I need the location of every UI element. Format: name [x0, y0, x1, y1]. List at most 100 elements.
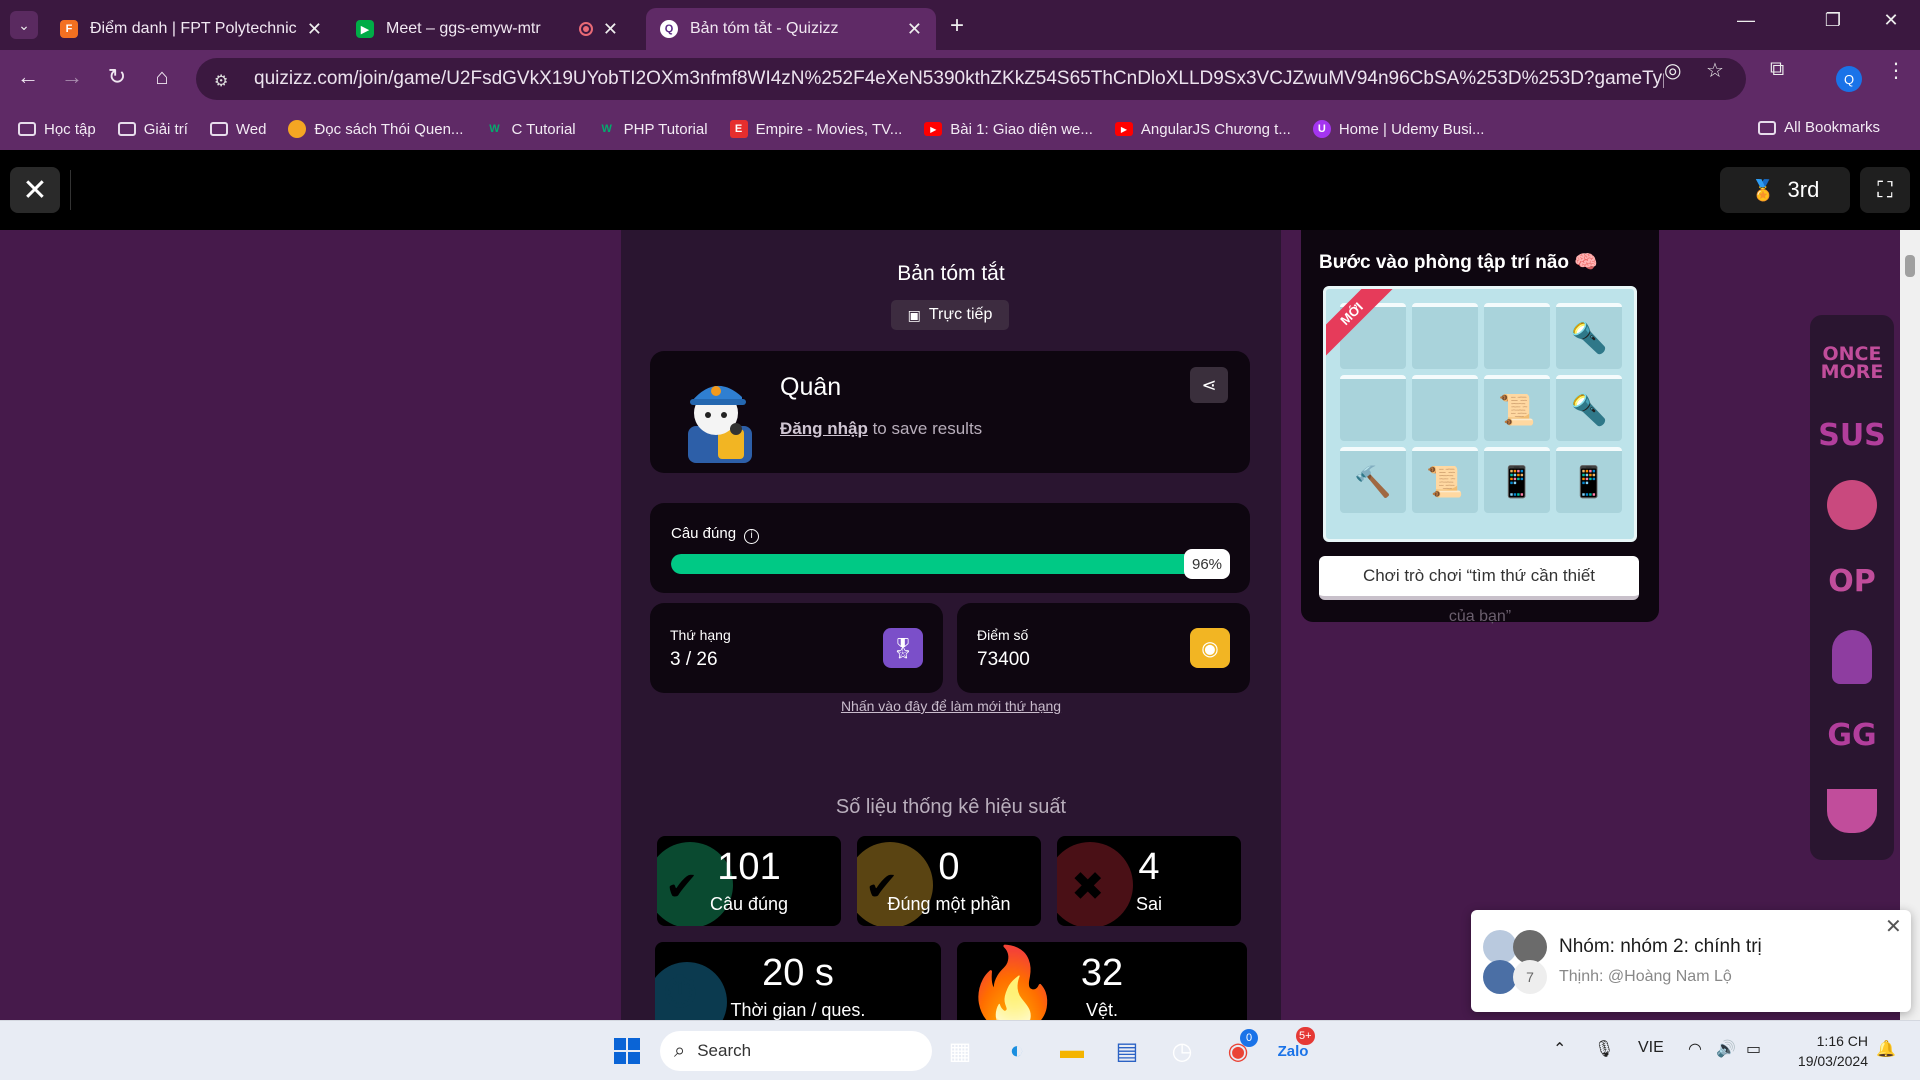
scrollbar-thumb[interactable] [1905, 255, 1915, 277]
edge-icon[interactable]: ◐ [999, 1033, 1035, 1069]
bookmark-giao-dien-web[interactable]: ▶ Bài 1: Giao diện we... [924, 121, 1093, 138]
youtube-favicon: ▶ [924, 122, 943, 136]
close-icon[interactable]: ✕ [603, 19, 618, 40]
performance-title: Số liệu thống kê hiệu suất [835, 796, 1067, 818]
reload-icon[interactable]: ↻ [102, 64, 132, 90]
promo-game-preview[interactable]: MỚI 🔦 📜 🔦 🔨 📜 📱 📱 [1323, 286, 1637, 542]
bookmark-label: All Bookmarks [1784, 119, 1880, 136]
bookmark-label: Wed [235, 120, 267, 138]
language-indicator[interactable]: VIE [1638, 1039, 1664, 1057]
bookmark-c-tutorial[interactable]: W C Tutorial [485, 121, 575, 138]
menu-icon[interactable]: ⋮ [1886, 58, 1906, 83]
calendar-icon[interactable]: ▤ [1109, 1033, 1145, 1069]
share-button[interactable]: ⋖ [1190, 367, 1228, 403]
chrome-badge: 0 [1240, 1029, 1258, 1047]
player-card: Quân Đăng nhập to save results ⋖ [650, 351, 1250, 473]
address-bar[interactable]: ⚙ quizizz.com/join/game/U2FsdGVkX19UYobT… [196, 58, 1746, 100]
folder-icon [209, 122, 228, 136]
exit-quiz-button[interactable]: ✕ [10, 167, 60, 213]
refresh-rank-link[interactable]: Nhấn vào đây để làm mới thứ hạng [621, 698, 1281, 714]
clock-time: 1:16 CH [1816, 1033, 1868, 1049]
browser-tab-strip: ⌄ F Điểm danh | FPT Polytechnic ✕ ▶ Meet… [0, 0, 1920, 50]
profile-avatar[interactable]: Q [1836, 66, 1862, 92]
extensions-icon[interactable]: ⧉ [1770, 58, 1784, 81]
play-game-button[interactable]: Chơi trò chơi “tìm thứ cần thiết [1319, 556, 1639, 600]
page-scrollbar[interactable] [1900, 230, 1920, 1020]
member-avatar [1513, 930, 1547, 964]
tab-title: Meet – ggs-emyw-mtr [386, 20, 541, 37]
file-explorer-icon[interactable]: ▬ [1054, 1033, 1090, 1069]
minimize-icon[interactable]: — [1723, 10, 1769, 31]
task-view-icon[interactable]: ▦ [942, 1033, 978, 1069]
bookmark-udemy[interactable]: U Home | Udemy Busi... [1312, 120, 1484, 138]
bookmark-label: PHP Tutorial [623, 120, 708, 138]
eye-off-icon[interactable]: ◎ [1664, 58, 1681, 83]
bookmark-label: Empire - Movies, TV... [755, 120, 903, 138]
close-icon[interactable]: ✕ [307, 19, 322, 40]
group-avatar: 7 [1483, 930, 1547, 994]
member-avatar [1483, 960, 1517, 994]
bookmark-folder-hoc-tap[interactable]: Học tập [18, 121, 96, 138]
bookmark-empire[interactable]: E Empire - Movies, TV... [729, 120, 903, 138]
flashlight-item-cell: 🔦 [1556, 303, 1622, 369]
member-avatar [1483, 930, 1517, 964]
windows-taskbar: ⌕ Search ▦ ◐ ▬ ▤ ◷ ◉ 0 Zalo 5+ ⌃ 🎙 VIE ◠… [0, 1020, 1920, 1080]
back-icon[interactable]: ← [13, 64, 43, 90]
volume-icon[interactable]: 🔊 [1716, 1039, 1736, 1059]
url-text[interactable]: quizizz.com/join/game/U2FsdGVkX19UYobTI2… [254, 68, 1664, 90]
start-icon[interactable] [609, 1033, 645, 1069]
login-prompt: Đăng nhập to save results [780, 419, 982, 439]
rank-label: Thứ hạng [670, 627, 731, 643]
game-cup[interactable] [1820, 781, 1884, 841]
tab-fpt[interactable]: F Điểm danh | FPT Polytechnic ✕ [46, 8, 336, 50]
wrong-count: 4 [1138, 846, 1160, 888]
taskbar-clock[interactable]: 1:16 CH 19/03/2024 [1782, 1031, 1868, 1071]
window-close-icon[interactable]: ✕ [1868, 10, 1914, 31]
bookmark-folder-giai-tri[interactable]: Giải trí [117, 121, 188, 138]
new-tab-button[interactable]: + [950, 12, 964, 40]
restore-icon[interactable]: ❐ [1810, 10, 1856, 31]
bookmark-folder-wed[interactable]: Wed [209, 120, 267, 138]
game-gg[interactable]: GG [1820, 705, 1884, 765]
notification-bell-icon[interactable]: 🔔 [1876, 1039, 1896, 1059]
book-favicon [288, 120, 307, 138]
taskbar-search[interactable]: ⌕ Search [660, 1031, 932, 1071]
game-monkey[interactable] [1820, 475, 1884, 535]
streak-stat-card: 🔥 32 Vệt. [957, 942, 1247, 1020]
battery-icon[interactable]: ▭ [1746, 1039, 1761, 1059]
microphone-icon[interactable]: 🎙 [1594, 1039, 1614, 1059]
time-per-question: 20 s [762, 952, 834, 994]
game-among-us[interactable] [1820, 627, 1884, 687]
player-avatar [688, 385, 752, 463]
fullscreen-button[interactable]: ⛶ [1860, 167, 1910, 213]
close-icon[interactable]: ✕ [1885, 914, 1902, 939]
info-icon[interactable]: i [744, 529, 760, 544]
login-link[interactable]: Đăng nhập [780, 419, 868, 438]
bookmark-doc-sach[interactable]: Đọc sách Thói Quen... [288, 120, 463, 138]
close-icon[interactable]: ✕ [907, 19, 922, 40]
bookmark-angularjs[interactable]: ▶ AngularJS Chương t... [1114, 121, 1291, 138]
clock-app-icon[interactable]: ◷ [1164, 1033, 1200, 1069]
forward-icon[interactable]: → [57, 64, 87, 90]
wifi-icon[interactable]: ◠ [1688, 1039, 1702, 1059]
tab-search-button[interactable]: ⌄ [10, 11, 38, 39]
tab-quizizz[interactable]: Q Bản tóm tắt - Quizizz ✕ [646, 8, 936, 50]
player-name: Quân [780, 373, 842, 401]
site-info-icon[interactable]: ⚙ [214, 71, 234, 90]
tab-title: Điểm danh | FPT Polytechnic [90, 20, 297, 37]
game-op[interactable]: OP [1820, 551, 1884, 611]
tab-meet[interactable]: ▶ Meet – ggs-emyw-mtr ✕ [342, 8, 632, 50]
search-label: Search [697, 1041, 752, 1060]
zalo-notification[interactable]: 7 Nhóm: nhóm 2: chính trị Thịnh: @Hoàng … [1471, 910, 1911, 1012]
tray-chevron-icon[interactable]: ⌃ [1553, 1039, 1566, 1059]
game-sus[interactable]: SUS [1818, 405, 1886, 465]
star-icon[interactable]: ☆ [1706, 58, 1724, 83]
live-icon: ▣ [907, 306, 921, 323]
correct-label: Câu đúng [709, 894, 789, 914]
game-once-more[interactable]: ONCE MORE [1820, 333, 1884, 393]
all-bookmarks-button[interactable]: All Bookmarks [1758, 119, 1880, 136]
cup-icon [1827, 789, 1877, 833]
youtube-favicon: ▶ [1114, 122, 1133, 136]
home-icon[interactable]: ⌂ [147, 64, 177, 90]
bookmark-php-tutorial[interactable]: W PHP Tutorial [598, 120, 708, 138]
